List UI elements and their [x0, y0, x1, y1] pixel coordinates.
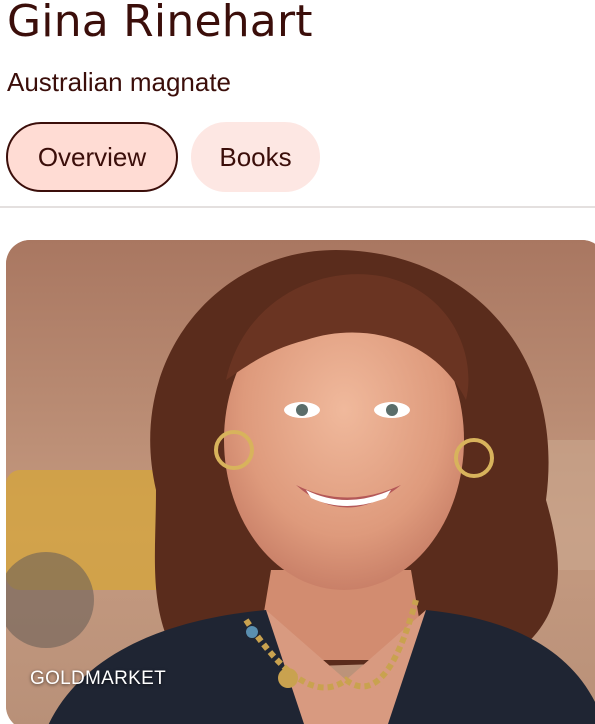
tab-bar: Overview Books: [6, 122, 320, 192]
divider: [0, 206, 595, 208]
person-photo-icon: [6, 240, 595, 724]
page-subtitle: Australian magnate: [7, 67, 232, 97]
page-title: Gina Rinehart: [7, 0, 313, 47]
profile-photo[interactable]: GOLDMARKET: [6, 240, 595, 724]
tab-overview[interactable]: Overview: [6, 122, 178, 192]
image-source-label: GOLDMARKET: [30, 668, 167, 689]
tab-books[interactable]: Books: [191, 122, 320, 192]
knowledge-panel: Gina Rinehart Australian magnate Overvie…: [0, 0, 595, 724]
